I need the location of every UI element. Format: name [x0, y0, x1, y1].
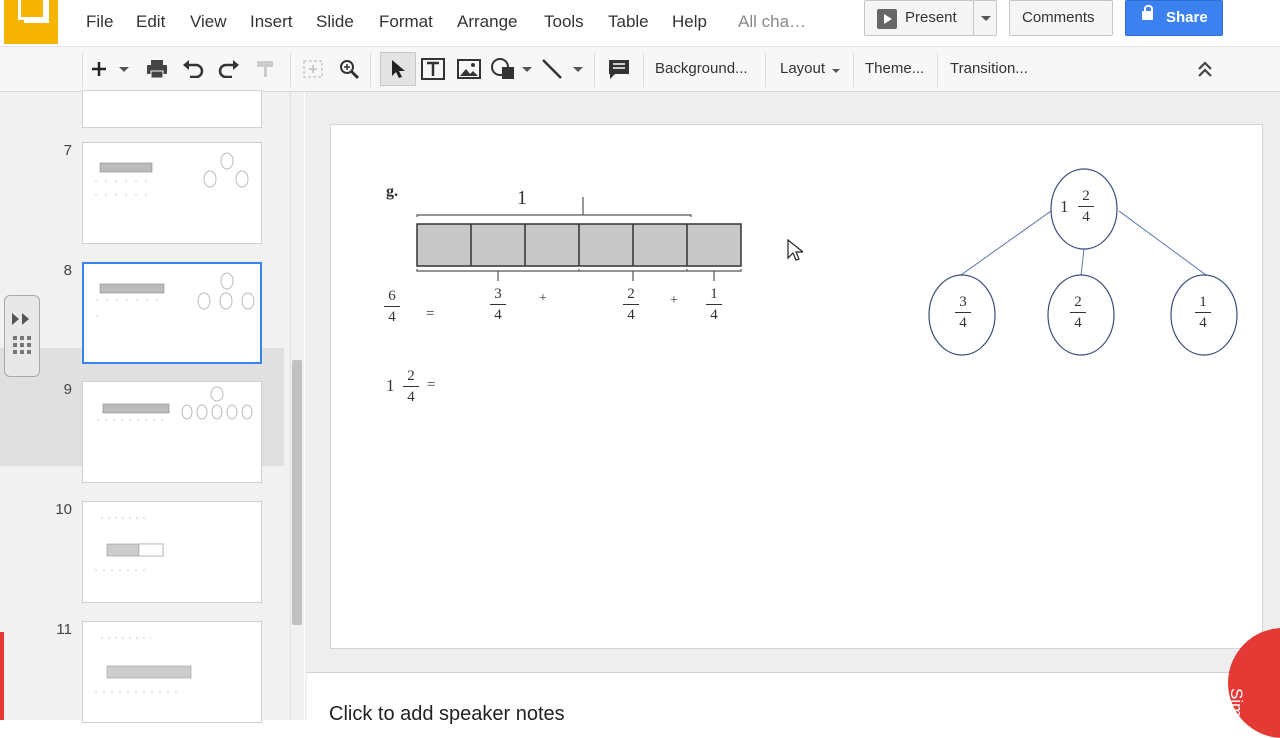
save-status[interactable]: All cha…	[738, 12, 806, 32]
slide-number: 9	[63, 381, 72, 398]
bond-part-three-fourths: 34	[953, 293, 973, 332]
menu-file[interactable]: File	[86, 12, 113, 32]
bond-part-two-fourths: 24	[1068, 293, 1088, 332]
menu-view[interactable]: View	[190, 12, 227, 32]
grid-view-icon	[13, 336, 31, 354]
text-box-icon[interactable]	[421, 58, 445, 80]
select-frame-icon[interactable]	[302, 59, 324, 79]
slide-thumbnail-10[interactable]	[82, 501, 262, 603]
slide-thumbnail-6[interactable]	[82, 90, 262, 128]
whole-label: 1	[517, 187, 527, 209]
slides-logo[interactable]	[4, 0, 58, 44]
new-slide-icon[interactable]	[90, 60, 108, 78]
slide-filmstrip[interactable]: 7 8 9 10 11	[0, 90, 290, 723]
slide-number: 7	[63, 142, 72, 159]
slide-number: 11	[56, 621, 72, 638]
title-bar: File Edit View Insert Slide Format Arran…	[0, 0, 1280, 46]
slide-thumbnail-11[interactable]	[82, 621, 262, 723]
menu-insert[interactable]: Insert	[250, 12, 293, 32]
play-icon	[877, 9, 897, 29]
slide-thumbnail-9[interactable]	[82, 381, 262, 483]
chevron-down-icon	[981, 16, 991, 21]
mixed-number-fraction: 24	[401, 367, 421, 406]
speaker-notes-placeholder[interactable]: Click to add speaker notes	[329, 703, 565, 726]
menu-edit[interactable]: Edit	[136, 12, 165, 32]
line-icon[interactable]	[541, 58, 563, 80]
theme-button[interactable]: Theme...	[865, 60, 924, 77]
shape-dropdown-icon[interactable]	[522, 67, 532, 73]
undo-icon[interactable]	[182, 60, 204, 78]
present-dropdown[interactable]	[973, 0, 997, 36]
bond-part-one-fourth: 14	[1193, 293, 1213, 332]
paint-format-icon[interactable]	[254, 59, 276, 79]
equals-sign: =	[426, 306, 435, 322]
redo-icon[interactable]	[218, 60, 240, 78]
plus-sign: +	[539, 291, 547, 306]
print-icon[interactable]	[146, 59, 168, 79]
menu-arrange[interactable]: Arrange	[457, 12, 517, 32]
menu-tools[interactable]: Tools	[544, 12, 584, 32]
speaker-notes[interactable]: Click to add speaker notes	[307, 672, 1280, 725]
menu-table[interactable]: Table	[608, 12, 649, 32]
collapse-toolbar-icon[interactable]	[1197, 60, 1213, 78]
bond-top-whole: 1	[1060, 197, 1069, 216]
plus-sign: +	[670, 293, 678, 308]
shape-icon[interactable]	[490, 57, 516, 81]
menu-slide[interactable]: Slide	[316, 12, 354, 32]
equals-sign: =	[427, 377, 436, 393]
transition-button[interactable]: Transition...	[950, 60, 1028, 77]
menu-format[interactable]: Format	[379, 12, 433, 32]
image-icon[interactable]	[457, 59, 481, 79]
cursor-arrow-icon	[392, 60, 405, 78]
background-button[interactable]: Background...	[655, 60, 748, 77]
zoom-icon[interactable]	[338, 58, 360, 80]
double-chevron-right-icon	[12, 313, 29, 325]
comment-icon[interactable]	[607, 58, 631, 80]
filmstrip-toggle[interactable]	[4, 295, 40, 377]
lock-icon	[1142, 5, 1153, 20]
toolbar: Background... Layout Theme... Transition…	[0, 46, 1280, 92]
share-button[interactable]: Share	[1125, 0, 1223, 36]
new-slide-dropdown-icon[interactable]	[119, 67, 129, 73]
line-dropdown-icon[interactable]	[573, 67, 583, 73]
slide-canvas[interactable]: g. 1 64 = 34 + 24 + 14 1 24 = 1 24 34 2 …	[330, 124, 1263, 649]
bond-top-fraction: 24	[1076, 187, 1096, 226]
select-tool[interactable]	[380, 52, 416, 86]
menu-help[interactable]: Help	[672, 12, 707, 32]
mixed-number-whole: 1	[386, 376, 395, 395]
mouse-cursor-icon	[787, 239, 803, 261]
slide-number: 10	[55, 501, 72, 518]
tape-diagram	[416, 197, 742, 281]
problem-label: g.	[386, 183, 398, 200]
filmstrip-scroll-thumb[interactable]	[292, 360, 302, 625]
fraction-one-fourth: 14	[704, 285, 724, 324]
fraction-six-fourths: 64	[382, 287, 402, 326]
slide-thumbnail-8[interactable]	[82, 262, 262, 364]
slide-thumbnail-7[interactable]	[82, 142, 262, 244]
fraction-two-fourths: 24	[621, 285, 641, 324]
present-button[interactable]: Present	[864, 0, 974, 36]
slide-number: 8	[63, 262, 72, 279]
comments-button[interactable]: Comments	[1009, 0, 1113, 36]
fraction-three-fourths: 34	[488, 285, 508, 324]
layout-dropdown-icon	[832, 69, 840, 73]
screen-edge-overlay	[0, 632, 4, 720]
layout-button[interactable]: Layout	[780, 60, 825, 77]
